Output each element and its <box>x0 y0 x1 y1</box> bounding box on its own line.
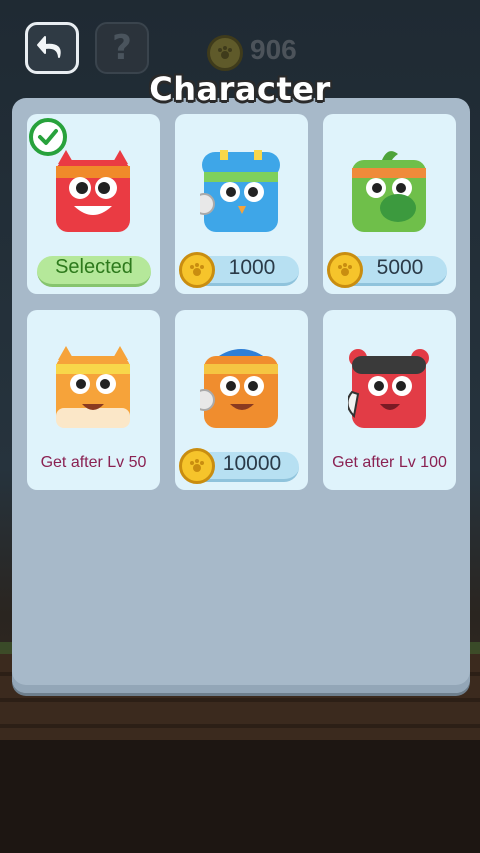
price-pill[interactable]: 10000 <box>179 448 299 484</box>
help-button[interactable]: ? <box>95 22 149 74</box>
character-avatar-icon <box>200 349 278 428</box>
character-panel: Selected 1000 5000 Get after Lv 50 10000… <box>12 98 470 693</box>
price-label: 1000 <box>228 256 276 279</box>
help-label: ? <box>112 28 132 68</box>
character-card-red[interactable]: Selected <box>27 114 160 294</box>
character-card-green[interactable]: 5000 <box>323 114 456 294</box>
unlock-requirement: Get after Lv 50 <box>40 454 147 471</box>
character-avatar-icon <box>56 346 130 428</box>
price-label: 10000 <box>222 452 282 475</box>
back-button[interactable] <box>25 22 79 74</box>
price-pill[interactable]: 1000 <box>179 252 299 288</box>
character-avatar-icon <box>56 150 130 232</box>
undo-arrow-icon <box>37 36 61 58</box>
coin-balance: 906 <box>250 34 297 65</box>
character-card-red-bear[interactable]: Get after Lv 100 <box>323 310 456 490</box>
page-title: Character <box>149 70 331 108</box>
ground-shadow <box>0 740 480 853</box>
character-avatar-icon <box>348 349 429 428</box>
unlock-requirement: Get after Lv 100 <box>332 454 447 471</box>
selected-badge: Selected <box>37 256 151 287</box>
character-avatar-icon <box>200 150 280 232</box>
character-card-orange[interactable]: 10000 <box>175 310 308 490</box>
character-avatar-icon <box>352 151 426 232</box>
character-card-blue[interactable]: 1000 <box>175 114 308 294</box>
price-label: 5000 <box>376 256 424 279</box>
character-card-orange-cat[interactable]: Get after Lv 50 <box>27 310 160 490</box>
coin-icon <box>207 35 243 71</box>
price-pill[interactable]: 5000 <box>327 252 447 288</box>
